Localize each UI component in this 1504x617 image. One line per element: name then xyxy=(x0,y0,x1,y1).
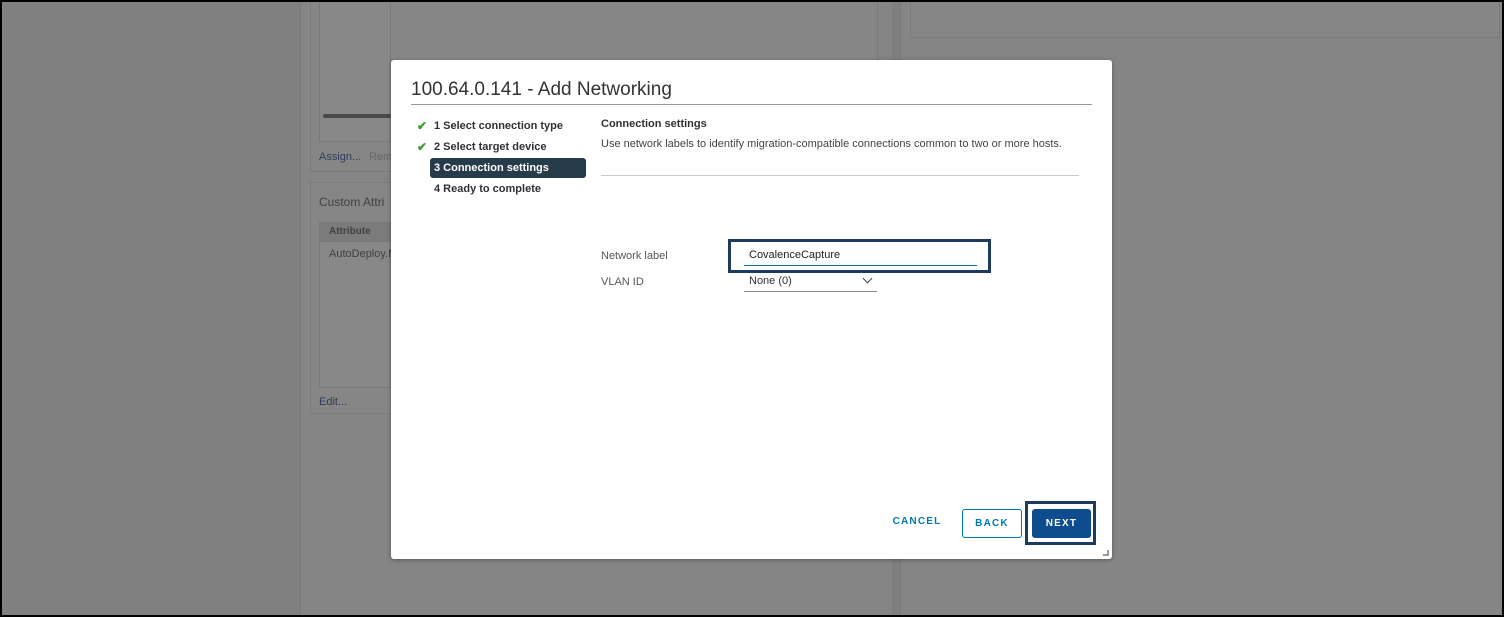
step-ready-to-complete: 4 Ready to complete xyxy=(415,179,587,199)
check-icon: ✔ xyxy=(417,119,428,133)
background-attribute-value: AutoDeploy.M xyxy=(329,248,398,260)
step-select-target-device[interactable]: ✔ 2 Select target device xyxy=(415,137,587,157)
background-right-panel xyxy=(910,0,1500,38)
background-edit-link: Edit... xyxy=(319,396,348,408)
dialog-title: 100.64.0.141 - Add Networking xyxy=(411,79,672,100)
background-left-pane xyxy=(0,0,300,617)
section-title: Connection settings xyxy=(601,118,707,130)
background-custom-attributes-title: Custom Attri xyxy=(319,195,385,209)
vlan-id-value: None (0) xyxy=(749,275,792,287)
back-button[interactable]: BACK xyxy=(962,509,1022,538)
network-label-label: Network label xyxy=(601,250,668,262)
add-networking-dialog: 100.64.0.141 - Add Networking ✔ 1 Select… xyxy=(391,60,1112,559)
background-remove-link: Rem xyxy=(369,151,393,163)
title-divider xyxy=(411,104,1092,105)
background-scrollbar xyxy=(323,114,391,118)
step-connection-settings[interactable]: 3 Connection settings xyxy=(430,158,586,178)
network-label-input[interactable] xyxy=(744,245,977,266)
connection-settings-content: Connection settings Use network labels t… xyxy=(601,118,1079,292)
step-select-connection-type[interactable]: ✔ 1 Select connection type xyxy=(415,116,587,136)
background-attribute-table xyxy=(319,222,391,388)
step-label: 3 Connection settings xyxy=(434,162,549,174)
section-description: Use network labels to identify migration… xyxy=(601,138,1062,150)
resize-handle-icon[interactable] xyxy=(1103,550,1109,556)
background-assign-link: Assign... xyxy=(319,151,362,163)
step-label: 4 Ready to complete xyxy=(434,183,541,195)
background-attribute-header: Attribute xyxy=(329,226,371,237)
next-button[interactable]: NEXT xyxy=(1032,509,1091,538)
cancel-button[interactable]: CANCEL xyxy=(885,516,949,532)
step-label: 2 Select target device xyxy=(434,141,547,153)
background-preview-box xyxy=(319,0,391,142)
vlan-id-select[interactable]: None (0) xyxy=(744,272,877,292)
wizard-steps: ✔ 1 Select connection type ✔ 2 Select ta… xyxy=(415,116,587,200)
content-divider xyxy=(601,175,1079,176)
step-label: 1 Select connection type xyxy=(434,120,563,132)
check-icon: ✔ xyxy=(417,140,428,154)
vlan-id-label: VLAN ID xyxy=(601,276,644,288)
chevron-down-icon xyxy=(862,273,873,284)
